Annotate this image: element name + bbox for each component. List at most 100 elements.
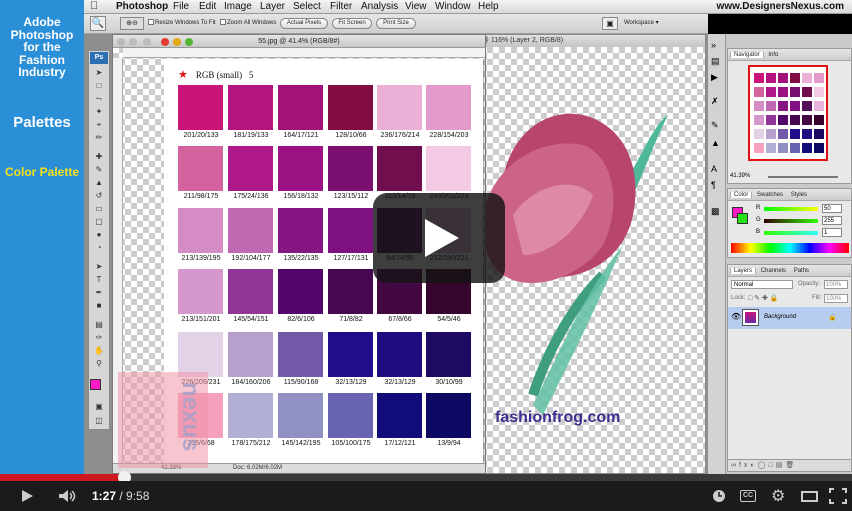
- actions-panel-icon[interactable]: ▶: [711, 72, 718, 83]
- tab-info[interactable]: Info: [765, 52, 781, 58]
- magic-wand-tool-icon[interactable]: ✦: [93, 108, 105, 116]
- type-tool-icon[interactable]: T: [93, 276, 105, 284]
- r-slider[interactable]: [764, 207, 818, 211]
- tab-channels[interactable]: Channels: [758, 268, 789, 274]
- eyedropper-tool-icon[interactable]: ✑: [93, 334, 105, 342]
- history-panel-icon[interactable]: ▤: [711, 56, 720, 67]
- tab-color[interactable]: Color: [730, 192, 753, 198]
- workspace-menu[interactable]: Workspace ▾: [624, 19, 659, 26]
- tab-paths[interactable]: Paths: [791, 268, 812, 274]
- lock-icons[interactable]: □ ✎ ✚ 🔒: [748, 294, 779, 302]
- fullscreen-icon[interactable]: [829, 488, 847, 504]
- brushes-panel-icon[interactable]: ✎: [711, 120, 719, 131]
- menu-analysis[interactable]: Analysis: [361, 1, 398, 12]
- gradient-tool-icon[interactable]: ▢: [93, 218, 105, 226]
- layer-row-background[interactable]: 👁 Background 🔒: [728, 307, 851, 329]
- screen-mode-tool-icon[interactable]: ◫: [93, 417, 105, 425]
- character-panel-icon[interactable]: A: [711, 164, 717, 174]
- blend-mode-select[interactable]: Normal: [731, 280, 793, 289]
- zoom-tool-icon[interactable]: ⚲: [93, 360, 105, 368]
- b-slider[interactable]: [764, 231, 818, 235]
- menu-help[interactable]: Help: [478, 1, 499, 12]
- settings-gear-icon[interactable]: ⚙: [771, 486, 785, 506]
- gray-dot-icon[interactable]: [143, 38, 151, 46]
- opacity-field[interactable]: 100%: [824, 280, 848, 289]
- captions-icon[interactable]: CC: [740, 490, 756, 502]
- menu-view[interactable]: View: [405, 1, 427, 12]
- navigator-zoom[interactable]: 41.39%: [730, 173, 750, 179]
- fit-screen-button[interactable]: Fit Screen: [332, 18, 372, 29]
- minimize-button-icon[interactable]: [173, 38, 181, 46]
- layer-comps-icon[interactable]: ▩: [711, 206, 720, 217]
- blur-tool-icon[interactable]: ●: [93, 231, 105, 239]
- history-brush-tool-icon[interactable]: ↺: [93, 192, 105, 200]
- zoom-tool-icon[interactable]: 🔍: [90, 16, 106, 31]
- menu-select[interactable]: Select: [293, 1, 321, 12]
- play-button[interactable]: [373, 193, 505, 283]
- collapse-arrows-icon[interactable]: »: [711, 40, 716, 50]
- dodge-tool-icon[interactable]: ◔: [93, 244, 105, 252]
- menu-image[interactable]: Image: [224, 1, 252, 12]
- slice-tool-icon[interactable]: ✏: [93, 134, 105, 142]
- tab-navigator[interactable]: Navigator: [730, 52, 764, 58]
- color-spectrum-bar[interactable]: [731, 243, 849, 253]
- play-control-icon[interactable]: [20, 489, 34, 503]
- pen-tool-icon[interactable]: ✒: [93, 289, 105, 297]
- apple-icon[interactable]: : [90, 0, 98, 12]
- menu-window[interactable]: Window: [435, 1, 471, 12]
- r-value-field[interactable]: 50: [822, 204, 842, 213]
- theater-mode-icon[interactable]: [801, 491, 818, 502]
- print-size-button[interactable]: Print Size: [376, 18, 416, 29]
- menu-edit[interactable]: Edit: [199, 1, 216, 12]
- marquee-tool-icon[interactable]: □: [93, 82, 105, 90]
- close-dot-icon[interactable]: [117, 38, 125, 46]
- paragraph-panel-icon[interactable]: ¶: [711, 180, 716, 190]
- quick-mask-icon[interactable]: ▣: [93, 403, 105, 411]
- zoom-all-checkbox[interactable]: Zoom All Windows: [220, 19, 276, 26]
- layer-name[interactable]: Background: [764, 314, 796, 320]
- tab-layers[interactable]: Layers: [730, 268, 757, 274]
- document-title-bar[interactable]: 55.jpg @ 41.4% (RGB/8#): [113, 35, 485, 48]
- fill-field[interactable]: 100%: [824, 294, 848, 303]
- tool-presets-icon[interactable]: ✗: [711, 96, 719, 107]
- lasso-tool-icon[interactable]: ⥊: [93, 95, 105, 103]
- clone-source-icon[interactable]: ▲: [711, 138, 720, 148]
- tab-styles[interactable]: Styles: [788, 192, 810, 198]
- g-slider[interactable]: [764, 219, 818, 223]
- stamp-tool-icon[interactable]: ▲: [93, 179, 105, 187]
- actual-pixels-button[interactable]: Actual Pixels: [280, 18, 328, 29]
- navigator-thumbnail[interactable]: [748, 65, 828, 161]
- healing-tool-icon[interactable]: ✚: [93, 153, 105, 161]
- minimize-dot-icon[interactable]: [129, 38, 137, 46]
- navigator-zoom-slider[interactable]: [768, 176, 838, 178]
- menu-layer[interactable]: Layer: [260, 1, 285, 12]
- shape-tool-icon[interactable]: ■: [93, 302, 105, 310]
- close-button-icon[interactable]: [161, 38, 169, 46]
- video-progress-bar[interactable]: [0, 471, 852, 484]
- zoom-button-icon[interactable]: [185, 38, 193, 46]
- notes-tool-icon[interactable]: ▤: [93, 321, 105, 329]
- volume-icon[interactable]: [58, 489, 78, 503]
- menu-filter[interactable]: Filter: [330, 1, 352, 12]
- move-tool-icon[interactable]: ➤: [93, 69, 105, 77]
- resize-windows-checkbox[interactable]: Resize Windows To Fit: [148, 19, 216, 26]
- menu-file[interactable]: File: [173, 1, 189, 12]
- b-value-field[interactable]: 1: [822, 228, 842, 237]
- eye-visibility-icon[interactable]: 👁: [731, 312, 741, 321]
- screen-mode-icon[interactable]: ▣: [602, 17, 618, 30]
- watch-later-icon[interactable]: [712, 489, 726, 503]
- eraser-tool-icon[interactable]: ▭: [93, 205, 105, 213]
- layers-footer-buttons[interactable]: ∞fx◐◯□▤🗑: [728, 459, 851, 471]
- color-bg-swatch[interactable]: [737, 213, 748, 224]
- brush-tool-icon[interactable]: ✎: [93, 166, 105, 174]
- path-selection-tool-icon[interactable]: ➤: [93, 263, 105, 271]
- foreground-color-swatch[interactable]: [90, 379, 101, 390]
- g-value-field[interactable]: 255: [822, 216, 842, 225]
- document-title: 55.jpg @ 41.4% (RGB/8#): [258, 38, 340, 45]
- horizontal-ruler[interactable]: [123, 48, 485, 58]
- tab-swatches[interactable]: Swatches: [754, 192, 786, 198]
- hand-tool-icon[interactable]: ✋: [93, 347, 105, 355]
- zoom-in-out-icon[interactable]: ⊕⊖: [120, 17, 144, 30]
- menu-app-name[interactable]: Photoshop: [116, 1, 168, 12]
- crop-tool-icon[interactable]: ⌖: [93, 121, 105, 129]
